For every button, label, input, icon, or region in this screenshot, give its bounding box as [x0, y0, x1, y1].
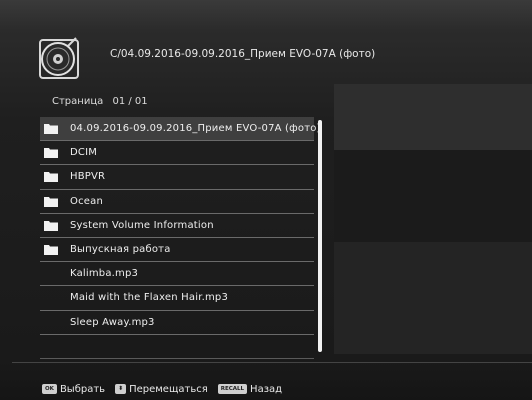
- list-item-label: 04.09.2016-09.09.2016_Прием EVO-07A (фот…: [70, 123, 321, 135]
- up-down-arrow-icon: ⬍: [115, 384, 127, 394]
- media-browser-screen: C/04.09.2016-09.09.2016_Прием EVO-07A (ф…: [0, 0, 532, 400]
- music-disc-icon: [36, 34, 84, 82]
- list-item-folder[interactable]: Ocean: [40, 190, 314, 214]
- hint-back: RECALL Назад: [217, 383, 283, 395]
- list-item-folder-selected[interactable]: 04.09.2016-09.09.2016_Прием EVO-07A (фот…: [40, 117, 320, 142]
- list-item-empty: [40, 335, 314, 359]
- page-label: Страница: [52, 96, 104, 107]
- page-indicator: Страница 01 / 01: [52, 96, 154, 107]
- footer-hints: OK Выбрать ⬍ Перемещаться RECALL Назад: [42, 382, 292, 396]
- list-item-label: Ocean: [70, 195, 103, 207]
- hint-select-label: Выбрать: [59, 383, 106, 395]
- list-item-label: Maid with the Flaxen Hair.mp3: [70, 292, 229, 304]
- current-path: C/04.09.2016-09.09.2016_Прием EVO-07A (ф…: [110, 48, 376, 60]
- page-value: 01 / 01: [112, 96, 148, 107]
- hint-move-label: Перемещаться: [129, 383, 208, 395]
- list-item-label: Sleep Away.mp3: [70, 316, 155, 328]
- list-item-file[interactable]: Sleep Away.mp3: [40, 311, 314, 335]
- list-item-folder[interactable]: Выпускная работа: [40, 238, 314, 263]
- list-item-label: DCIM: [70, 147, 98, 159]
- folder-icon: [44, 147, 58, 159]
- header: C/04.09.2016-09.09.2016_Прием EVO-07A (ф…: [20, 30, 520, 90]
- file-list: 04.09.2016-09.09.2016_Прием EVO-07A (фот…: [40, 117, 320, 359]
- list-item-label: Выпускная работа: [70, 244, 171, 256]
- list-item-file[interactable]: Maid with the Flaxen Hair.mp3: [40, 286, 314, 311]
- ok-key-icon: OK: [42, 384, 57, 394]
- recall-key-icon: RECALL: [217, 384, 248, 394]
- list-item-label: Kalimba.mp3: [70, 268, 139, 280]
- list-scrollbar[interactable]: [318, 120, 322, 352]
- folder-icon: [44, 244, 58, 256]
- folder-icon: [44, 123, 58, 135]
- list-item-file[interactable]: Kalimba.mp3: [40, 262, 314, 287]
- hint-select: OK Выбрать: [42, 384, 105, 395]
- folder-icon: [44, 220, 58, 231]
- list-item-folder[interactable]: HBPVR: [40, 165, 314, 190]
- list-item-folder[interactable]: DCIM: [40, 141, 314, 166]
- hint-move: ⬍ Перемещаться: [115, 384, 208, 395]
- list-item-folder[interactable]: System Volume Information: [40, 214, 314, 238]
- preview-panel: [334, 84, 532, 354]
- list-item-label: System Volume Information: [70, 219, 214, 231]
- folder-icon: [44, 171, 58, 183]
- hint-back-label: Назад: [250, 383, 283, 395]
- folder-icon: [44, 196, 58, 207]
- list-item-label: HBPVR: [70, 171, 106, 183]
- footer-divider: [12, 362, 532, 363]
